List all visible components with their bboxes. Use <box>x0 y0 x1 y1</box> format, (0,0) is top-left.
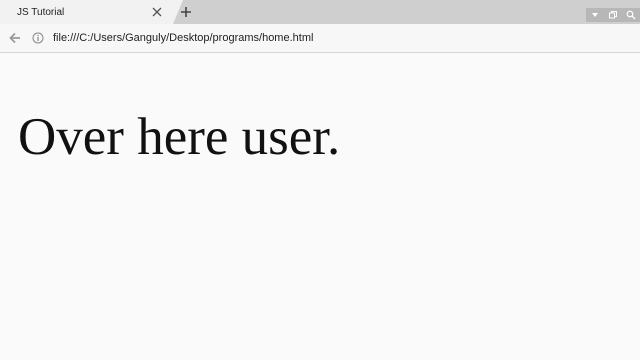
info-icon[interactable] <box>31 31 45 45</box>
page-content: Over here user. <box>0 53 640 360</box>
window-controls <box>586 8 640 22</box>
tab-js-tutorial[interactable]: JS Tutorial <box>0 0 183 24</box>
plus-icon[interactable] <box>178 4 194 20</box>
minimize-icon[interactable] <box>589 9 601 21</box>
address-toolbar: file:///C:/Users/Ganguly/Desktop/program… <box>0 24 640 53</box>
close-icon[interactable] <box>150 5 164 19</box>
search-icon[interactable] <box>625 9 637 21</box>
restore-icon[interactable] <box>607 9 619 21</box>
page-heading: Over here user. <box>18 108 341 166</box>
url-field[interactable]: file:///C:/Users/Ganguly/Desktop/program… <box>53 31 313 45</box>
browser-window: JS Tutorial file:///C:/Users/Ganguly/Des… <box>0 0 640 360</box>
back-arrow-icon[interactable] <box>7 30 23 46</box>
tab-strip: JS Tutorial <box>0 0 640 24</box>
